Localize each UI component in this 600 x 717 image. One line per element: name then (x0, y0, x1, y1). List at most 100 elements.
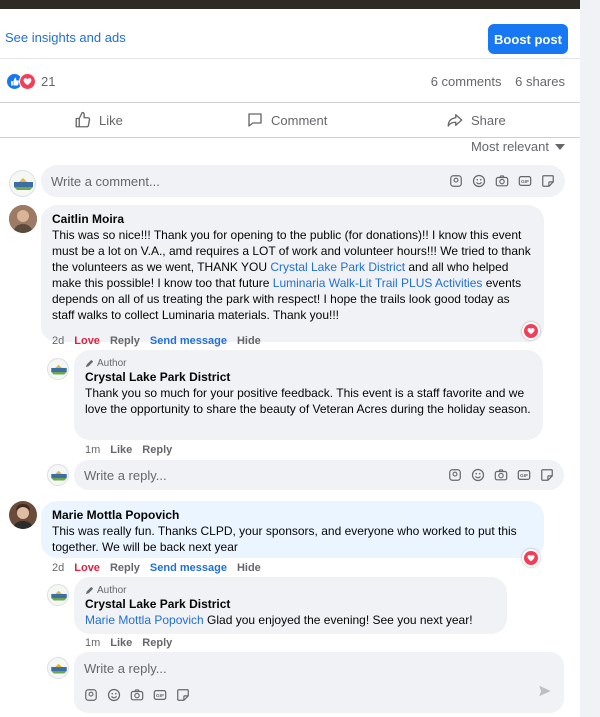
reply-input-box: GIF (74, 652, 564, 713)
emoji-icon[interactable] (472, 174, 486, 188)
comment-sort-dropdown[interactable]: Most relevant (471, 139, 565, 154)
reply-time[interactable]: 1m (85, 444, 100, 456)
comment-love-reaction[interactable] (522, 549, 540, 567)
reply-author[interactable]: Crystal Lake Park District (85, 370, 532, 385)
mention-link[interactable]: Marie Mottla Popovich (85, 613, 204, 627)
camera-icon[interactable] (494, 468, 508, 482)
avatar-sticker-icon[interactable] (448, 468, 462, 482)
comment-author[interactable]: Caitlin Moira (52, 212, 533, 227)
post-action-bar: Like Comment Share (0, 102, 580, 138)
page-avatar[interactable] (47, 464, 69, 486)
comment-label: Comment (271, 112, 328, 128)
comment-bubble: Caitlin Moira This was so nice!!! Thank … (41, 205, 544, 342)
mention-link[interactable]: Luminaria Walk-Lit Trail PLUS Activities (273, 276, 483, 290)
author-badge: Author (85, 357, 532, 370)
reply-author[interactable]: Crystal Lake Park District (85, 597, 496, 612)
share-button[interactable]: Share (446, 111, 506, 129)
gif-icon[interactable]: GIF (518, 174, 532, 188)
author-badge: Author (85, 584, 496, 597)
reply-action[interactable]: Reply (110, 335, 140, 347)
reply-bubble: Author Crystal Lake Park District Thank … (74, 350, 543, 440)
emoji-icon[interactable] (471, 468, 485, 482)
comment-time[interactable]: 2d (52, 335, 64, 347)
shares-count[interactable]: 6 shares (515, 74, 565, 89)
boost-post-button[interactable]: Boost post (488, 24, 568, 54)
svg-text:GIF: GIF (520, 473, 528, 479)
commenter-avatar[interactable] (9, 501, 37, 529)
sticker-icon[interactable] (541, 174, 555, 188)
share-arrow-icon (447, 114, 463, 127)
post-stats: 6 comments 6 shares (431, 74, 565, 89)
page-avatar[interactable] (9, 170, 36, 197)
caret-down-icon (555, 143, 565, 150)
park-district-logo-icon (51, 663, 67, 674)
gif-icon[interactable]: GIF (517, 468, 531, 482)
love-reaction-icon (19, 72, 36, 90)
comments-count[interactable]: 6 comments (431, 74, 502, 89)
camera-icon[interactable] (495, 174, 509, 188)
comment-bubble: Marie Mottla Popovich This was really fu… (41, 501, 544, 558)
park-district-logo-icon (51, 364, 67, 375)
profile-photo-icon (9, 205, 37, 233)
reply-input-bar: GIF (74, 460, 564, 490)
comment-input-tools: GIF (449, 165, 555, 197)
love-action[interactable]: Love (74, 562, 100, 574)
reply-bubble: Author Crystal Lake Park District Marie … (74, 577, 507, 634)
like-action[interactable]: Like (110, 444, 132, 456)
avatar-sticker-icon[interactable] (449, 174, 463, 188)
page-avatar[interactable] (47, 657, 69, 679)
comment-text: This was so nice!!! Thank you for openin… (52, 227, 533, 323)
reply-input[interactable] (84, 460, 378, 490)
page-avatar[interactable] (47, 358, 69, 380)
commenter-avatar[interactable] (9, 205, 37, 233)
comment-time[interactable]: 2d (52, 562, 64, 574)
see-insights-link[interactable]: See insights and ads (5, 30, 126, 45)
svg-text:GIF: GIF (521, 179, 529, 185)
reply-time[interactable]: 1m (85, 637, 100, 649)
like-button[interactable]: Like (74, 111, 123, 129)
sticker-icon[interactable] (540, 468, 554, 482)
park-district-logo-icon (51, 470, 67, 481)
avatar-sticker-icon[interactable] (84, 688, 98, 702)
park-district-logo-icon (51, 590, 67, 601)
post-footer: See insights and ads Boost post 21 6 com… (0, 9, 580, 717)
thumbs-up-icon (75, 111, 91, 128)
emoji-icon[interactable] (107, 688, 121, 702)
share-label: Share (471, 112, 506, 128)
reply-input[interactable] (84, 654, 378, 682)
reaction-count[interactable]: 21 (41, 74, 55, 89)
like-action[interactable]: Like (110, 637, 132, 649)
reply-action[interactable]: Reply (142, 637, 172, 649)
gif-icon[interactable]: GIF (153, 688, 167, 702)
mention-link[interactable]: Crystal Lake Park District (270, 260, 405, 274)
comment-love-reaction[interactable] (522, 322, 540, 340)
reply-input-tools: GIF (448, 460, 554, 490)
reaction-summary[interactable]: 21 (6, 72, 55, 90)
camera-icon[interactable] (130, 688, 144, 702)
svg-text:GIF: GIF (156, 693, 164, 699)
page-avatar[interactable] (47, 584, 69, 606)
sticker-icon[interactable] (176, 688, 190, 702)
comment-input-bar: GIF (41, 165, 565, 197)
send-icon[interactable] (538, 684, 552, 703)
profile-photo-icon (9, 501, 37, 529)
comment-input[interactable] (51, 165, 366, 197)
hide-action[interactable]: Hide (237, 335, 261, 347)
comment-author[interactable]: Marie Mottla Popovich (52, 508, 533, 523)
author-badge-label: Author (97, 358, 127, 369)
reply-meta: 1m Like Reply (85, 444, 172, 456)
send-message-action[interactable]: Send message (150, 335, 227, 347)
scrollbar-track[interactable] (580, 0, 600, 717)
send-message-action[interactable]: Send message (150, 562, 227, 574)
reply-action[interactable]: Reply (142, 444, 172, 456)
reply-text: Marie Mottla Popovich Glad you enjoyed t… (85, 612, 496, 628)
comment-button[interactable]: Comment (246, 111, 327, 129)
pen-icon (85, 586, 94, 595)
like-label: Like (99, 112, 123, 128)
hide-action[interactable]: Hide (237, 562, 261, 574)
reply-text-part: Glad you enjoyed the evening! See you ne… (203, 613, 473, 627)
love-icon (524, 324, 538, 338)
love-action[interactable]: Love (74, 335, 100, 347)
reply-action[interactable]: Reply (110, 562, 140, 574)
reply-meta: 1m Like Reply (85, 637, 172, 649)
